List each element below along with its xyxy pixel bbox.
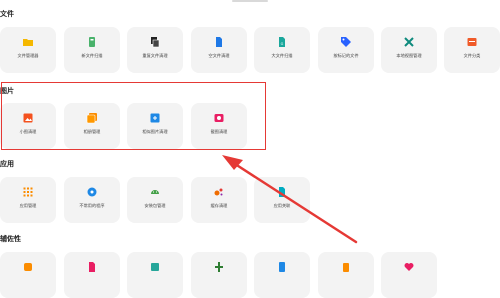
tile-large-file[interactable]: G 大文件扫描	[254, 27, 310, 73]
tile-new-file-scan[interactable]: 新文件扫描	[64, 27, 120, 73]
unused-app-icon	[87, 187, 97, 197]
tile-label: 安装包管理	[144, 203, 166, 208]
tool-green-icon	[215, 262, 223, 272]
folder-icon	[23, 39, 33, 46]
tile-tool-4[interactable]	[191, 252, 247, 298]
file-category-icon	[467, 38, 477, 46]
tile-label: 文件管理器	[17, 53, 39, 58]
tile-label: 按标记的文件	[333, 53, 359, 58]
empty-file-icon	[216, 37, 222, 47]
tile-tool-5[interactable]	[254, 252, 310, 298]
app-grid-icon	[23, 187, 33, 197]
tile-label: 文件分类	[463, 53, 481, 58]
section-title-files: 文件	[0, 11, 14, 18]
tool-blue-icon	[279, 262, 285, 272]
tile-label: 不常用的程序	[79, 203, 105, 208]
tile-duplicate-file[interactable]: 重复文件清理	[127, 27, 183, 73]
section-title-apps: 应用	[0, 161, 14, 168]
tile-app-management[interactable]: 应用管理	[0, 177, 56, 223]
tile-tool-1[interactable]	[0, 252, 56, 298]
tile-label: 重复文件清理	[142, 53, 168, 58]
annotation-arrow	[222, 155, 358, 244]
tile-label: 新文件扫描	[81, 53, 103, 58]
tile-label: 应用管理	[19, 203, 37, 208]
tile-tool-6[interactable]	[318, 252, 374, 298]
tile-label: 空文件清理	[208, 53, 230, 58]
tile-tool-3[interactable]	[127, 252, 183, 298]
tile-empty-file[interactable]: 空文件清理	[191, 27, 247, 73]
tool-pink-icon	[89, 262, 95, 272]
large-file-icon: G	[279, 37, 285, 47]
tag-icon	[341, 37, 351, 47]
svg-text:G: G	[281, 42, 284, 46]
duplicate-file-icon	[151, 37, 160, 48]
tool-heart-icon	[404, 263, 414, 271]
annotation-highlight-box	[1, 82, 266, 150]
tile-file-manager[interactable]: 文件管理器	[0, 27, 56, 73]
section-title-tools: 辅佐性	[0, 236, 21, 243]
tile-tagged-file[interactable]: 按标记的文件	[318, 27, 374, 73]
drag-handle[interactable]	[232, 0, 268, 2]
tile-apk-management[interactable]: 安装包管理	[127, 177, 183, 223]
top-bar	[0, 0, 500, 5]
tool-teal-icon	[151, 263, 159, 271]
android-icon	[151, 190, 159, 194]
tile-file-category[interactable]: 文件分类	[444, 27, 500, 73]
tile-local-view[interactable]: 本地视图管理	[381, 27, 437, 73]
new-file-scan-icon	[89, 37, 95, 47]
tile-tool-2[interactable]	[64, 252, 120, 298]
tile-tool-7[interactable]	[381, 252, 437, 298]
tile-label: 本地视图管理	[396, 53, 422, 58]
tool-orange-icon	[24, 263, 32, 271]
tool-orange2-icon	[343, 263, 349, 272]
tools-icon	[404, 37, 414, 47]
tile-unused-apps[interactable]: 不常用的程序	[64, 177, 120, 223]
tile-label: 大文件扫描	[271, 53, 293, 58]
